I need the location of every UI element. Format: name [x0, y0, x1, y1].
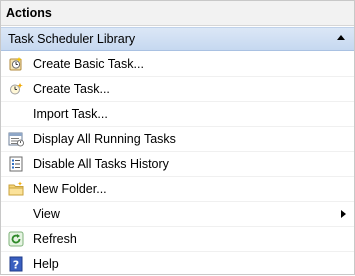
action-help[interactable]: ? Help: [1, 252, 354, 276]
actions-pane: Actions Task Scheduler Library Create Ba…: [0, 0, 355, 275]
actions-pane-title: Actions: [1, 1, 354, 26]
action-label: New Folder...: [33, 182, 107, 196]
actions-list: Create Basic Task... Create Task... Impo…: [1, 51, 354, 276]
action-label: Disable All Tasks History: [33, 157, 169, 171]
action-label: Help: [33, 257, 59, 271]
action-refresh[interactable]: Refresh: [1, 227, 354, 252]
section-header-task-scheduler-library[interactable]: Task Scheduler Library: [1, 27, 354, 51]
action-new-folder[interactable]: New Folder...: [1, 177, 354, 202]
action-view[interactable]: View: [1, 202, 354, 227]
action-label: Refresh: [33, 232, 77, 246]
action-disable-all-tasks-history[interactable]: Disable All Tasks History: [1, 152, 354, 177]
action-import-task[interactable]: Import Task...: [1, 102, 354, 127]
submenu-arrow-icon: [341, 210, 346, 218]
action-label: Create Basic Task...: [33, 57, 144, 71]
action-label: View: [33, 207, 60, 221]
action-create-task[interactable]: Create Task...: [1, 77, 354, 102]
tasks-history-icon: [8, 156, 24, 172]
action-create-basic-task[interactable]: Create Basic Task...: [1, 52, 354, 77]
basic-task-wizard-icon: [8, 56, 24, 72]
new-folder-icon: [8, 181, 24, 197]
refresh-icon: [8, 231, 24, 247]
help-icon: ?: [8, 256, 24, 272]
blank-icon-slot: [8, 206, 24, 222]
action-label: Import Task...: [33, 107, 108, 121]
action-label: Display All Running Tasks: [33, 132, 176, 146]
blank-icon-slot: [8, 106, 24, 122]
action-label: Create Task...: [33, 82, 110, 96]
section-header-label: Task Scheduler Library: [8, 32, 136, 46]
svg-text:?: ?: [13, 259, 19, 272]
collapse-caret-icon[interactable]: [337, 35, 345, 40]
running-tasks-icon: [8, 131, 24, 147]
action-display-all-running-tasks[interactable]: Display All Running Tasks: [1, 127, 354, 152]
create-task-icon: [8, 81, 24, 97]
